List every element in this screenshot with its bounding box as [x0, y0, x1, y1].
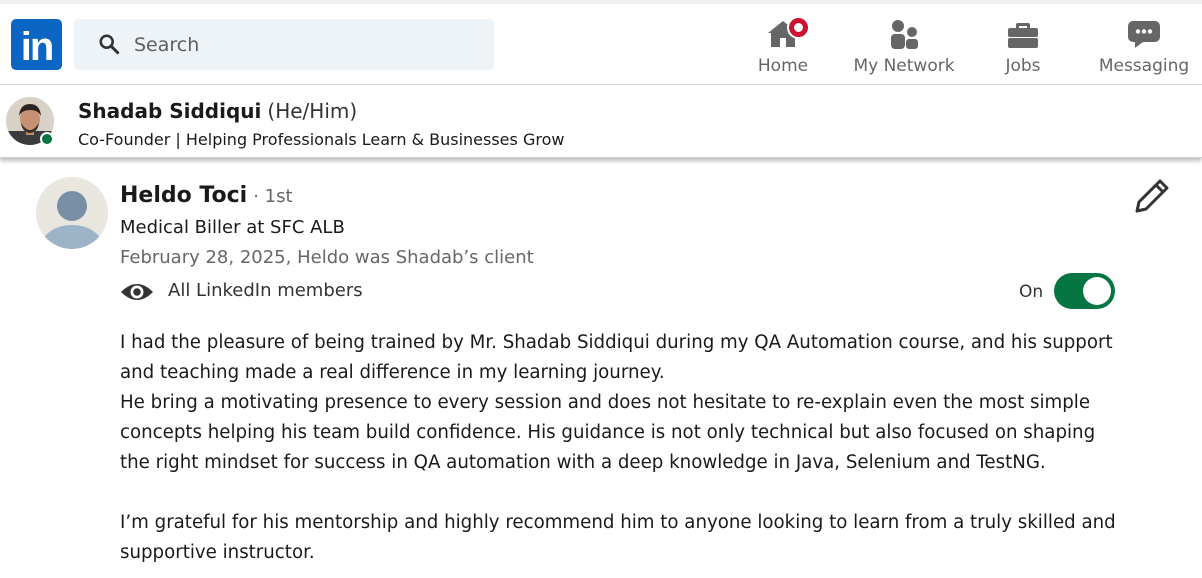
default-avatar-icon: [36, 177, 108, 249]
nav-home[interactable]: Home: [748, 8, 818, 86]
eye-icon: [121, 284, 153, 300]
nav-jobs[interactable]: Jobs: [992, 8, 1054, 86]
visibility-toggle[interactable]: [1054, 273, 1115, 309]
profile-name[interactable]: Shadab Siddiqui: [78, 99, 261, 123]
recommendation-paragraph: I had the pleasure of being trained by M…: [120, 332, 1113, 383]
search-icon: [99, 34, 120, 55]
recommendation-paragraph: I’m grateful for his mentorship and high…: [120, 512, 1116, 563]
pencil-icon[interactable]: [1134, 178, 1170, 214]
visibility-label: All LinkedIn members: [168, 280, 363, 301]
search-box[interactable]: [74, 19, 494, 70]
recommendation-date-relationship: February 28, 2025, Heldo was Shadab’s cl…: [120, 247, 534, 268]
profile-pronouns: (He/Him): [267, 99, 358, 123]
nav-messaging[interactable]: Messaging: [1094, 8, 1194, 86]
recommender-title: Medical Biller at SFC ALB: [120, 217, 345, 238]
nav-messaging-label: Messaging: [1098, 56, 1190, 76]
recommendation-paragraph: He bring a motivating presence to every …: [120, 392, 1096, 473]
recommender-name[interactable]: Heldo Toci: [120, 183, 247, 208]
recommender-name-line: Heldo Toci · 1st: [120, 183, 293, 208]
profile-header: Shadab Siddiqui (He/Him) Co-Founder | Hel…: [0, 85, 1202, 158]
profile-headline: Co-Founder | Helping Professionals Learn…: [78, 130, 565, 149]
linkedin-logo[interactable]: in: [11, 19, 62, 70]
connection-degree: · 1st: [253, 186, 293, 207]
nav-my-network-label: My Network: [853, 56, 955, 76]
recommendation-text: I had the pleasure of being trained by M…: [120, 328, 1130, 568]
recommender-avatar[interactable]: [36, 177, 108, 249]
toggle-knob: [1083, 277, 1111, 305]
recommendation-item: Heldo Toci · 1st Medical Biller at SFC AL…: [0, 160, 1202, 578]
notification-badge: [787, 16, 810, 39]
nav-jobs-label: Jobs: [1005, 56, 1041, 76]
toggle-state-label: On: [1019, 282, 1044, 302]
nav-my-network[interactable]: My Network: [848, 8, 960, 86]
online-status-indicator: [40, 132, 54, 146]
top-navigation-bar: in Home My Network Jobs: [0, 0, 1202, 85]
search-input[interactable]: [134, 19, 484, 70]
nav-home-label: Home: [757, 56, 809, 76]
visibility-row: All LinkedIn members: [120, 277, 520, 307]
briefcase-icon: [1008, 23, 1038, 48]
chat-icon: [1128, 21, 1160, 48]
people-icon: [891, 20, 918, 49]
profile-name-line: Shadab Siddiqui (He/Him): [78, 99, 357, 123]
